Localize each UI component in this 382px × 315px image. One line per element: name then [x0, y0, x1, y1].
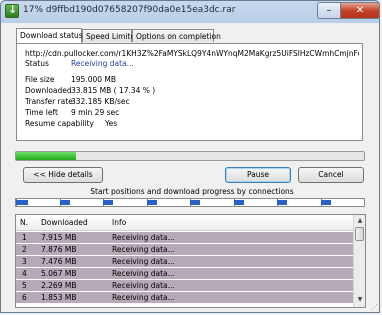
pause-button[interactable]: Pause [225, 167, 291, 183]
download-window: 17% d9ffbd190d07658207f90da0e15ea3dc.rar… [0, 0, 380, 313]
file-size-label: File size [25, 75, 55, 84]
connections-progress-bar [15, 198, 365, 207]
download-url: http://cdn.pullocker.com/r1KH3Z%2FaMYSkL… [25, 49, 359, 58]
minimize-button[interactable]: – [317, 2, 341, 19]
row-downloaded: 1.853 MB [41, 293, 77, 302]
connections-progress-label: Start positions and download progress by… [90, 187, 294, 196]
connection-progress-segment [16, 200, 28, 205]
connection-progress-segment [147, 200, 157, 205]
connections-list-header: N. Downloaded Info [16, 215, 353, 231]
resize-grip-icon[interactable]: ⋰ [371, 303, 378, 311]
tab-speed-limiter[interactable]: Speed Limiter [82, 29, 138, 42]
transfer-rate-value: 332.185 KB/sec [71, 97, 130, 106]
connections-list[interactable]: N. Downloaded Info 1 7.915 MB Receiving … [15, 214, 366, 308]
table-row[interactable]: 4 5.067 MB Receiving data... [16, 268, 353, 279]
connection-progress-segment [321, 200, 331, 205]
close-button[interactable]: ✕ [340, 2, 380, 19]
row-number: 6 [22, 293, 27, 302]
scroll-up-arrow-icon[interactable]: ▲ [355, 216, 365, 226]
downloaded-value: 33.815 MB ( 17.34 % ) [71, 86, 156, 95]
row-info: Receiving data... [112, 269, 175, 278]
row-downloaded: 7.476 MB [41, 257, 77, 266]
connection-progress-segment [234, 200, 244, 205]
status-label: Status [25, 59, 49, 68]
row-info: Receiving data... [112, 281, 175, 290]
connection-progress-segment [103, 200, 113, 205]
connection-progress-segment [60, 200, 70, 205]
status-value: Receiving data... [71, 59, 134, 68]
table-row[interactable]: 6 1.853 MB Receiving data... [16, 292, 353, 303]
connection-progress-segment [190, 200, 200, 205]
table-row[interactable]: 1 7.915 MB Receiving data... [16, 232, 353, 243]
download-status-panel: http://cdn.pullocker.com/r1KH3Z%2FaMYSkL… [16, 43, 363, 141]
row-number: 1 [22, 233, 27, 242]
download-app-icon [5, 3, 19, 18]
resume-capability-value: Yes [105, 119, 118, 128]
hide-details-button[interactable]: << Hide details [23, 167, 103, 183]
resume-capability-label: Resume capability [25, 119, 94, 128]
tab-download-status[interactable]: Download status [16, 28, 83, 43]
row-number: 3 [22, 257, 27, 266]
tab-options-on-completion[interactable]: Options on completion [132, 29, 221, 42]
file-size-value: 195.000 MB [71, 75, 117, 84]
row-downloaded: 5.067 MB [41, 269, 77, 278]
row-info: Receiving data... [112, 233, 175, 242]
download-progress-bar [15, 151, 365, 161]
row-downloaded: 7.876 MB [41, 245, 77, 254]
header-info[interactable]: Info [112, 218, 126, 227]
row-info: Receiving data... [112, 257, 175, 266]
time-left-value: 9 min 29 sec [71, 108, 120, 117]
downloaded-label: Downloaded [25, 86, 72, 95]
cancel-button[interactable]: Cancel [298, 167, 364, 183]
scrollbar-thumb[interactable] [355, 227, 364, 241]
row-downloaded: 7.915 MB [41, 233, 77, 242]
title-bar[interactable]: 17% d9ffbd190d07658207f90da0e15ea3dc.rar… [1, 1, 380, 23]
scroll-down-arrow-icon[interactable]: ▼ [355, 295, 365, 305]
connections-list-scrollbar[interactable]: ▲ ▼ [353, 215, 365, 307]
window-title: 17% d9ffbd190d07658207f90da0e15ea3dc.rar [23, 5, 236, 15]
download-progress-fill [16, 152, 77, 160]
connection-progress-segment [277, 200, 287, 205]
row-downloaded: 2.269 MB [41, 281, 77, 290]
header-number[interactable]: N. [20, 218, 28, 227]
row-number: 5 [22, 281, 27, 290]
row-info: Receiving data... [112, 245, 175, 254]
time-left-label: Time left [25, 108, 58, 117]
row-number: 2 [22, 245, 27, 254]
row-info: Receiving data... [112, 293, 175, 302]
row-number: 4 [22, 269, 27, 278]
table-row[interactable]: 2 7.876 MB Receiving data... [16, 244, 353, 255]
header-downloaded[interactable]: Downloaded [41, 218, 88, 227]
table-row[interactable]: 3 7.476 MB Receiving data... [16, 256, 353, 267]
table-row[interactable]: 5 2.269 MB Receiving data... [16, 280, 353, 291]
transfer-rate-label: Transfer rate [25, 97, 73, 106]
